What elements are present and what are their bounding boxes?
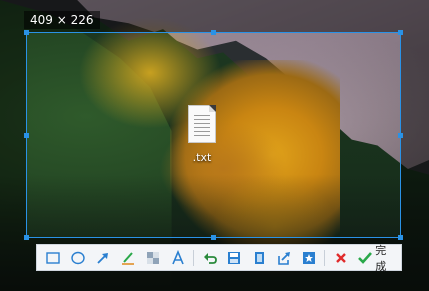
close-icon — [336, 252, 346, 263]
mosaic-icon — [146, 251, 159, 264]
undo-button[interactable] — [197, 245, 222, 270]
text-tool-button[interactable] — [165, 245, 190, 270]
checkmark-icon — [358, 251, 373, 264]
pin-button[interactable] — [297, 245, 322, 270]
dim-left — [0, 32, 26, 238]
rectangle-icon — [46, 251, 61, 264]
text-document-icon — [188, 105, 216, 143]
save-button[interactable] — [222, 245, 247, 270]
text-icon — [171, 249, 184, 264]
resize-handle-top-right[interactable] — [398, 30, 403, 35]
toolbar-separator — [193, 249, 195, 266]
resize-handle-left[interactable] — [24, 133, 29, 138]
resize-handle-right[interactable] — [398, 133, 403, 138]
pin-icon — [303, 251, 316, 264]
toolbar-separator — [324, 249, 326, 266]
resize-handle-top[interactable] — [211, 30, 216, 35]
done-label: 完成 — [375, 243, 387, 273]
undo-icon — [203, 252, 217, 264]
share-icon — [278, 251, 291, 265]
resize-handle-bottom[interactable] — [211, 235, 216, 240]
cancel-button[interactable] — [328, 245, 353, 270]
done-button[interactable]: 完成 — [353, 244, 401, 273]
ellipse-tool-button[interactable] — [66, 245, 91, 270]
screenshot-toolbar: 完成 — [36, 244, 402, 273]
desktop-file-name: .txt — [192, 151, 212, 164]
resize-handle-bottom-right[interactable] — [398, 235, 403, 240]
copy-icon — [255, 251, 265, 264]
mosaic-tool-button[interactable] — [140, 245, 165, 270]
resize-handle-top-left[interactable] — [24, 30, 29, 35]
pen-tool-button[interactable] — [116, 245, 141, 270]
save-icon — [228, 251, 241, 264]
resize-handle-bottom-left[interactable] — [24, 235, 29, 240]
ellipse-icon — [71, 251, 85, 264]
arrow-icon — [97, 252, 109, 264]
desktop-file[interactable]: .txt — [181, 105, 223, 164]
selection-size-label: 409 × 226 — [24, 11, 100, 29]
share-button[interactable] — [272, 245, 297, 270]
pen-icon — [122, 251, 134, 265]
copy-button[interactable] — [247, 245, 272, 270]
dim-right — [401, 32, 429, 238]
rectangle-tool-button[interactable] — [41, 245, 66, 270]
arrow-tool-button[interactable] — [91, 245, 116, 270]
